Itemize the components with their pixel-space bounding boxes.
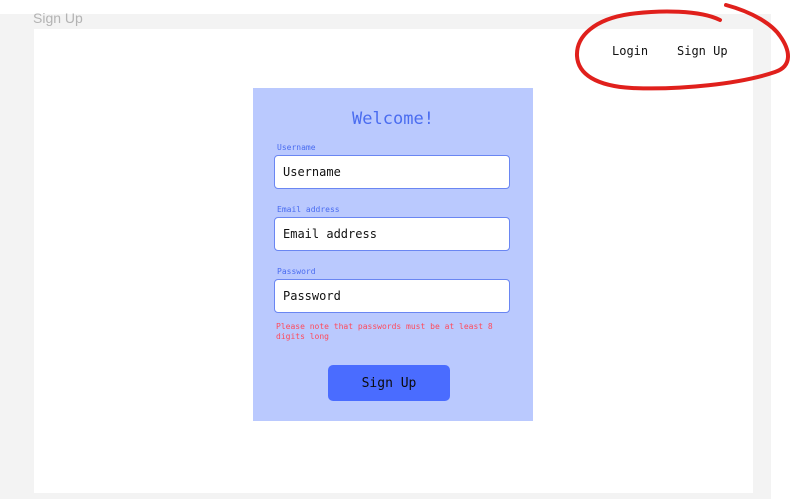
username-label: Username [277, 143, 316, 152]
signup-submit-button[interactable]: Sign Up [328, 365, 450, 401]
card-title: Welcome! [352, 109, 434, 129]
password-requirement-note: Please note that passwords must be at le… [276, 322, 493, 341]
page-label: Sign Up [33, 10, 83, 26]
signup-card: Welcome! Username Email address Password… [253, 88, 533, 421]
email-input[interactable] [274, 217, 510, 251]
password-input[interactable] [274, 279, 510, 313]
username-input[interactable] [274, 155, 510, 189]
nav-signup-link[interactable]: Sign Up [677, 44, 728, 58]
email-label: Email address [277, 205, 340, 214]
password-label: Password [277, 267, 316, 276]
nav-login-link[interactable]: Login [612, 44, 648, 58]
